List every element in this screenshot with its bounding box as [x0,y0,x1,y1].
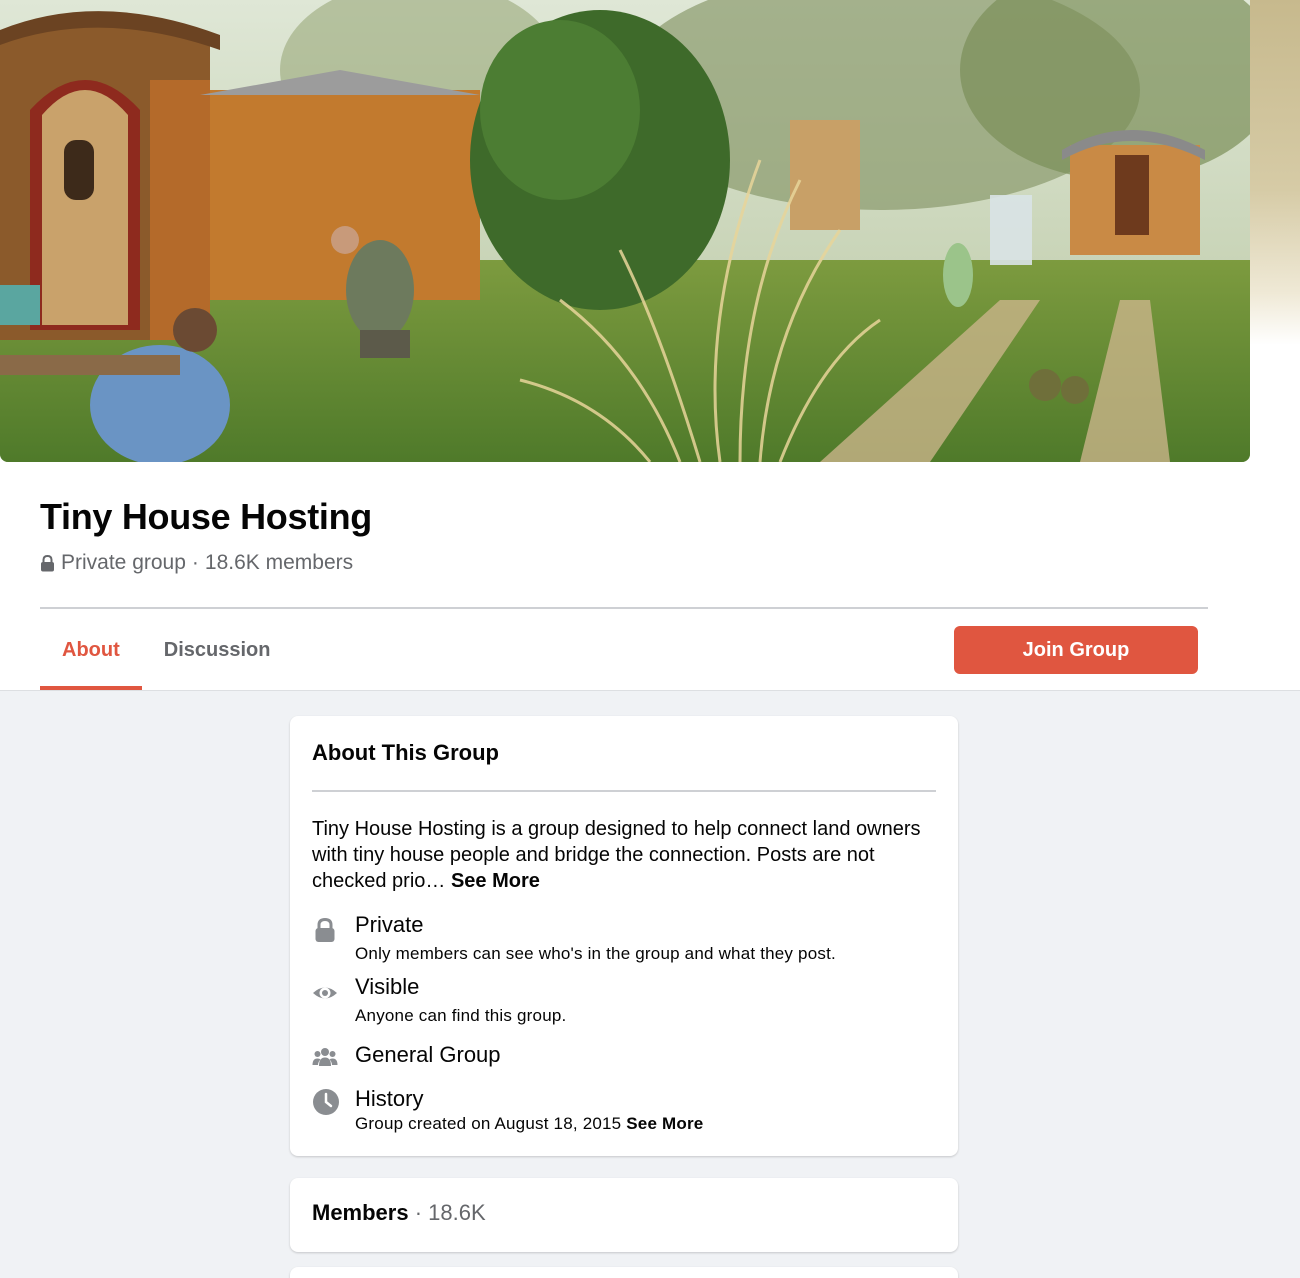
about-card: About This Group Tiny House Hosting is a… [290,716,958,1156]
eye-icon [313,987,337,999]
about-description-text: Tiny House Hosting is a group designed t… [312,818,921,892]
about-card-divider [312,790,936,792]
info-row-visible: Visible Anyone can find this group. [312,974,942,1030]
info-row-private: Private Only members can see who's in th… [312,912,942,968]
info-row-history: History Group created on August 18, 2015… [312,1086,942,1142]
tab-about[interactable]: About [40,610,142,690]
about-card-title: About This Group [312,740,499,765]
group-title: Tiny House Hosting [40,496,372,537]
lock-icon [41,554,54,571]
members-card[interactable]: Members · 18.6K [290,1178,958,1252]
info-title-visible: Visible [355,974,420,999]
group-privacy: Private group [61,551,186,574]
members-count: 18.6K [428,1200,486,1225]
next-card [290,1267,958,1278]
group-meta: Private group · 18.6K members [40,551,353,575]
group-member-count: 18.6K members [204,551,354,574]
history-see-more-link[interactable]: See More [626,1114,703,1133]
cover-side-gradient [1250,0,1300,345]
info-sub-history: Group created on August 18, 2015 See Mor… [355,1114,703,1134]
info-sub-private: Only members can see who's in the group … [355,944,836,963]
meta-separator: · [191,551,199,574]
group-tabs: About Discussion [40,610,292,690]
info-row-general: General Group [312,1042,942,1074]
header-divider [40,607,1208,609]
about-description: Tiny House Hosting is a group designed t… [312,816,942,894]
info-title-history: History [355,1086,424,1111]
join-group-button[interactable]: Join Group [954,626,1198,674]
people-icon [312,1048,338,1066]
lock-icon [315,917,335,942]
description-see-more-link[interactable]: See More [451,870,540,892]
cover-photo-illustration [0,0,1250,462]
cover-area [0,0,1300,462]
members-label: Members [312,1200,409,1225]
info-sub-visible: Anyone can find this group. [355,1006,567,1025]
history-created-text: Group created on August 18, 2015 [355,1114,622,1133]
info-title-general: General Group [355,1042,501,1067]
clock-icon [313,1089,339,1115]
info-title-private: Private [355,912,424,937]
tab-discussion[interactable]: Discussion [142,610,293,690]
members-card-title: Members · 18.6K [312,1200,486,1226]
members-separator: · [414,1200,423,1225]
cover-photo [0,0,1250,462]
